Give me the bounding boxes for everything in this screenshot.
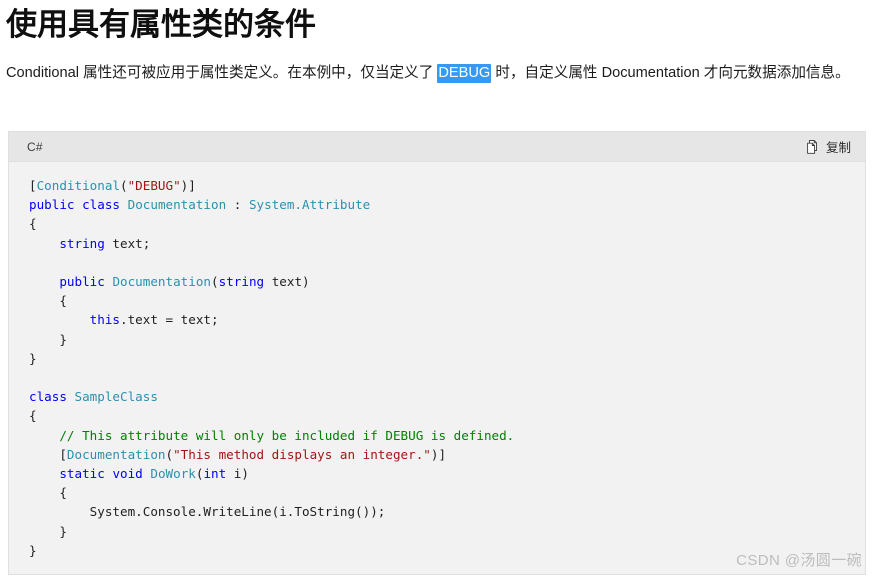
code-token: } (29, 331, 67, 347)
code-token: { (29, 293, 67, 309)
code-token: // This attribute will only be included … (59, 427, 515, 443)
code-token: } (29, 523, 67, 539)
code-token: static (59, 466, 105, 482)
code-block-header: C# 复制 (9, 132, 865, 162)
code-content[interactable]: [Conditional("DEBUG")] public class Docu… (29, 176, 865, 560)
code-token: Documentation (112, 274, 212, 290)
code-token: )] (430, 446, 447, 462)
code-token: .text = text; (120, 312, 219, 328)
code-language-label: C# (27, 139, 43, 154)
code-block: C# 复制 [Conditional("DEBUG")] public clas… (8, 131, 866, 576)
code-token: System.Console.WriteLine(i.ToString()); (29, 504, 386, 520)
code-token: { (29, 408, 37, 424)
code-token: void (112, 466, 143, 482)
intro-text-after: 时，自定义属性 Documentation 才向元数据添加信息。 (491, 65, 850, 81)
code-token: System.Attribute (248, 197, 371, 213)
code-token: Conditional (36, 178, 120, 193)
copy-icon (807, 139, 820, 154)
code-token: this (89, 312, 121, 328)
intro-text-before: Conditional 属性还可被应用于属性类定义。在本例中，仅当定义了 (6, 65, 438, 81)
code-token: text) (264, 274, 310, 290)
code-token: Documentation (66, 446, 166, 462)
debug-highlight: DEBUG (437, 64, 492, 83)
code-token: [ (29, 178, 37, 193)
code-token: Documentation (127, 197, 227, 213)
code-token: SampleClass (74, 389, 158, 405)
code-token: } (29, 542, 37, 558)
code-token: )] (180, 178, 196, 193)
code-token: { (29, 216, 37, 232)
code-token: string (218, 274, 265, 290)
code-token: "DEBUG" (127, 178, 181, 193)
code-token: ( (120, 178, 128, 193)
copy-code-button[interactable]: 复制 (805, 135, 853, 158)
code-token: class (82, 197, 121, 213)
code-token: ( (165, 446, 174, 462)
code-token: string (59, 235, 105, 251)
article-page: 使用具有属性类的条件 Conditional 属性还可被应用于属性类定义。在本例… (0, 0, 876, 577)
code-token: public (59, 274, 105, 290)
code-body[interactable]: [Conditional("DEBUG")] public class Docu… (9, 162, 865, 575)
code-token: public (29, 197, 75, 213)
code-token: [ (29, 446, 67, 462)
code-token: ( (211, 274, 219, 290)
page-title: 使用具有属性类的条件 (6, 7, 316, 42)
intro-paragraph: Conditional 属性还可被应用于属性类定义。在本例中，仅当定义了 DEB… (0, 46, 876, 86)
copy-button-label: 复制 (825, 141, 851, 155)
code-token: DoWork (150, 466, 196, 482)
code-token: } (29, 350, 37, 366)
code-token: text; (104, 235, 151, 251)
code-token: "This method displays an integer." (173, 446, 431, 462)
code-token: i) (226, 466, 249, 482)
csdn-watermark: CSDN @汤圆一碗 (736, 552, 862, 569)
code-token: { (29, 485, 67, 501)
code-token: class (29, 389, 67, 405)
code-token: : (226, 197, 249, 213)
code-token: int (203, 466, 227, 482)
